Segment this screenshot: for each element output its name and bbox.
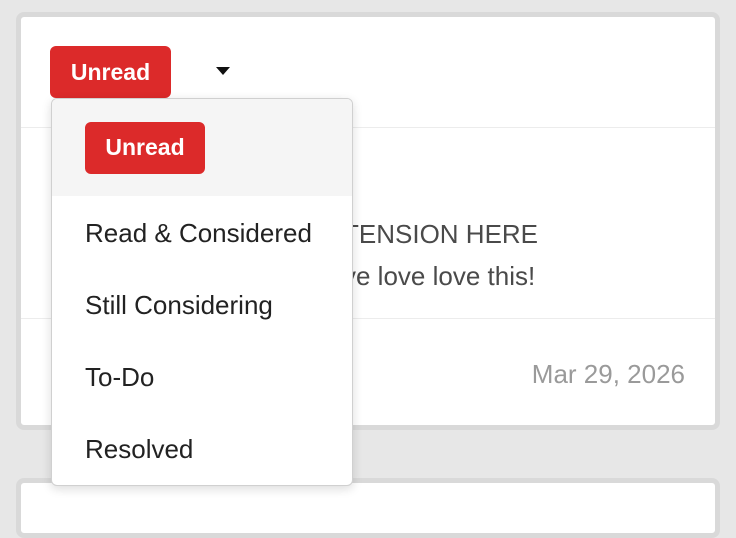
feedback-title: TENSION HERE [343, 219, 539, 249]
feedback-text: ve love love this! [343, 261, 536, 291]
status-option-still-considering[interactable]: Still Considering [52, 269, 352, 341]
feedback-card-next [16, 478, 720, 538]
status-option-resolved[interactable]: Resolved [52, 413, 352, 485]
status-option-to-do[interactable]: To-Do [52, 341, 352, 413]
status-dropdown-toggle[interactable] [215, 66, 231, 78]
caret-down-icon [216, 67, 230, 75]
status-option-read-considered[interactable]: Read & Considered [52, 197, 352, 269]
status-option-label: To-Do [85, 361, 155, 392]
status-option-label: Read & Considered [85, 217, 312, 248]
status-badge-button[interactable]: Unread [50, 46, 171, 98]
status-dropdown-menu: Unread Read & Considered Still Consideri… [51, 98, 353, 486]
feedback-date: Mar 29, 2026 [531, 359, 685, 389]
status-option-unread[interactable]: Unread [52, 99, 352, 196]
status-option-label: Resolved [85, 433, 194, 464]
status-option-label: Unread [85, 121, 205, 174]
status-option-label: Still Considering [85, 289, 273, 320]
